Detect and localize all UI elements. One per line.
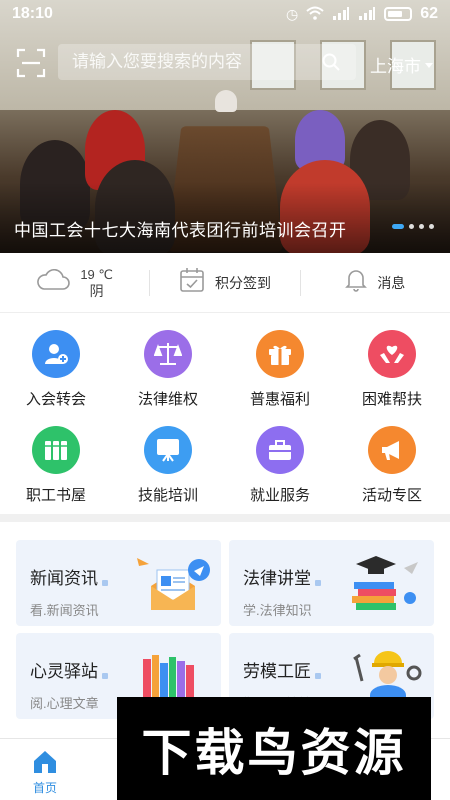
service-employment[interactable]: 就业服务 — [224, 418, 336, 514]
user-add-icon — [32, 330, 80, 378]
chevron-down-icon — [425, 63, 433, 68]
top-banner[interactable]: 18:10 ◷ 62 请输入您要搜索的内容 上海市 中国工会十七大海南代表团行前… — [0, 0, 450, 253]
service-label: 普惠福利 — [249, 391, 310, 408]
service-label: 职工书屋 — [25, 487, 86, 504]
card-title: 法律讲堂 — [243, 564, 321, 589]
scale-icon — [144, 330, 192, 378]
search-input[interactable] — [72, 52, 312, 72]
search-bar[interactable] — [58, 44, 356, 80]
graduation-books-icon — [346, 552, 426, 614]
info-strip: 19 ℃ 阴 积分签到 消息 — [0, 253, 450, 313]
status-time: 18:10 — [12, 5, 53, 22]
service-welfare[interactable]: 普惠福利 — [224, 322, 336, 418]
city-label: 上海市 — [370, 57, 421, 76]
service-label: 技能培训 — [137, 487, 198, 504]
briefcase-icon — [256, 426, 304, 474]
card-subtitle: 阅.心理文章 — [30, 696, 99, 711]
banner-photo-person — [215, 90, 237, 112]
card-title: 心灵驿站 — [30, 657, 108, 682]
messages-label: 消息 — [377, 274, 406, 291]
banner-caption[interactable]: 中国工会十七大海南代表团行前培训会召开 — [14, 216, 347, 241]
watermark-overlay: 下载鸟资源 — [117, 697, 431, 800]
heart-hands-icon — [368, 330, 416, 378]
signal-icon — [332, 6, 350, 23]
news-envelope-icon — [133, 552, 213, 614]
card-subtitle: 学.法律知识 — [243, 603, 312, 618]
checkin-label: 积分签到 — [214, 274, 271, 291]
weather-widget[interactable]: 19 ℃ 阴 — [0, 253, 149, 312]
service-join-union[interactable]: 入会转会 — [0, 322, 112, 418]
card-title: 新闻资讯 — [30, 564, 108, 589]
service-hardship-aid[interactable]: 困难帮扶 — [336, 322, 448, 418]
search-icon[interactable] — [322, 53, 340, 71]
service-label: 困难帮扶 — [361, 391, 422, 408]
battery-level: 62 — [420, 5, 438, 22]
card-news[interactable]: 新闻资讯 看.新闻资讯 — [16, 540, 221, 626]
tab-home[interactable]: 首页 — [0, 739, 90, 800]
card-subtitle: 看.新闻资讯 — [30, 603, 99, 618]
carousel-dot[interactable] — [409, 224, 414, 229]
wifi-icon — [306, 6, 324, 23]
city-selector[interactable]: 上海市 — [370, 52, 433, 77]
watermark-text: 下载鸟资源 — [141, 723, 407, 782]
service-worker-library[interactable]: 职工书屋 — [0, 418, 112, 514]
service-label: 入会转会 — [25, 391, 86, 408]
card-title: 劳模工匠 — [243, 657, 321, 682]
carousel-dot[interactable] — [429, 224, 434, 229]
battery-icon — [384, 7, 413, 21]
weather-condition: 阴 — [89, 282, 104, 299]
service-legal-rights[interactable]: 法律维权 — [112, 322, 224, 418]
books-icon — [32, 426, 80, 474]
messages-button[interactable]: 消息 — [301, 253, 450, 312]
service-activities[interactable]: 活动专区 — [336, 418, 448, 514]
section-divider — [0, 514, 450, 522]
easel-icon — [144, 426, 192, 474]
carousel-dot-active[interactable] — [392, 224, 404, 229]
checkin-button[interactable]: 积分签到 — [150, 253, 299, 312]
service-grid: 入会转会 法律维权 普惠福利 困难帮扶 职工书屋 技能培训 就业服务 活动专区 — [0, 322, 450, 514]
service-label: 法律维权 — [137, 391, 198, 408]
carousel-dot[interactable] — [419, 224, 424, 229]
card-law-lecture[interactable]: 法律讲堂 学.法律知识 — [229, 540, 434, 626]
service-label: 活动专区 — [361, 487, 422, 504]
cloud-icon — [36, 269, 71, 296]
home-icon — [31, 749, 59, 775]
service-label: 就业服务 — [249, 487, 310, 504]
alarm-icon: ◷ — [285, 5, 299, 22]
signal-icon — [358, 6, 376, 23]
calendar-check-icon — [179, 267, 205, 298]
status-bar: 18:10 ◷ 62 — [0, 0, 450, 28]
scan-icon[interactable] — [16, 48, 46, 78]
weather-temp: 19 ℃ — [80, 266, 113, 282]
tab-label: 首页 — [32, 781, 57, 795]
gift-icon — [256, 330, 304, 378]
carousel-dots — [392, 224, 434, 229]
bell-icon — [345, 268, 368, 297]
megaphone-icon — [368, 426, 416, 474]
search-row: 上海市 — [0, 40, 450, 84]
service-skills-training[interactable]: 技能培训 — [112, 418, 224, 514]
